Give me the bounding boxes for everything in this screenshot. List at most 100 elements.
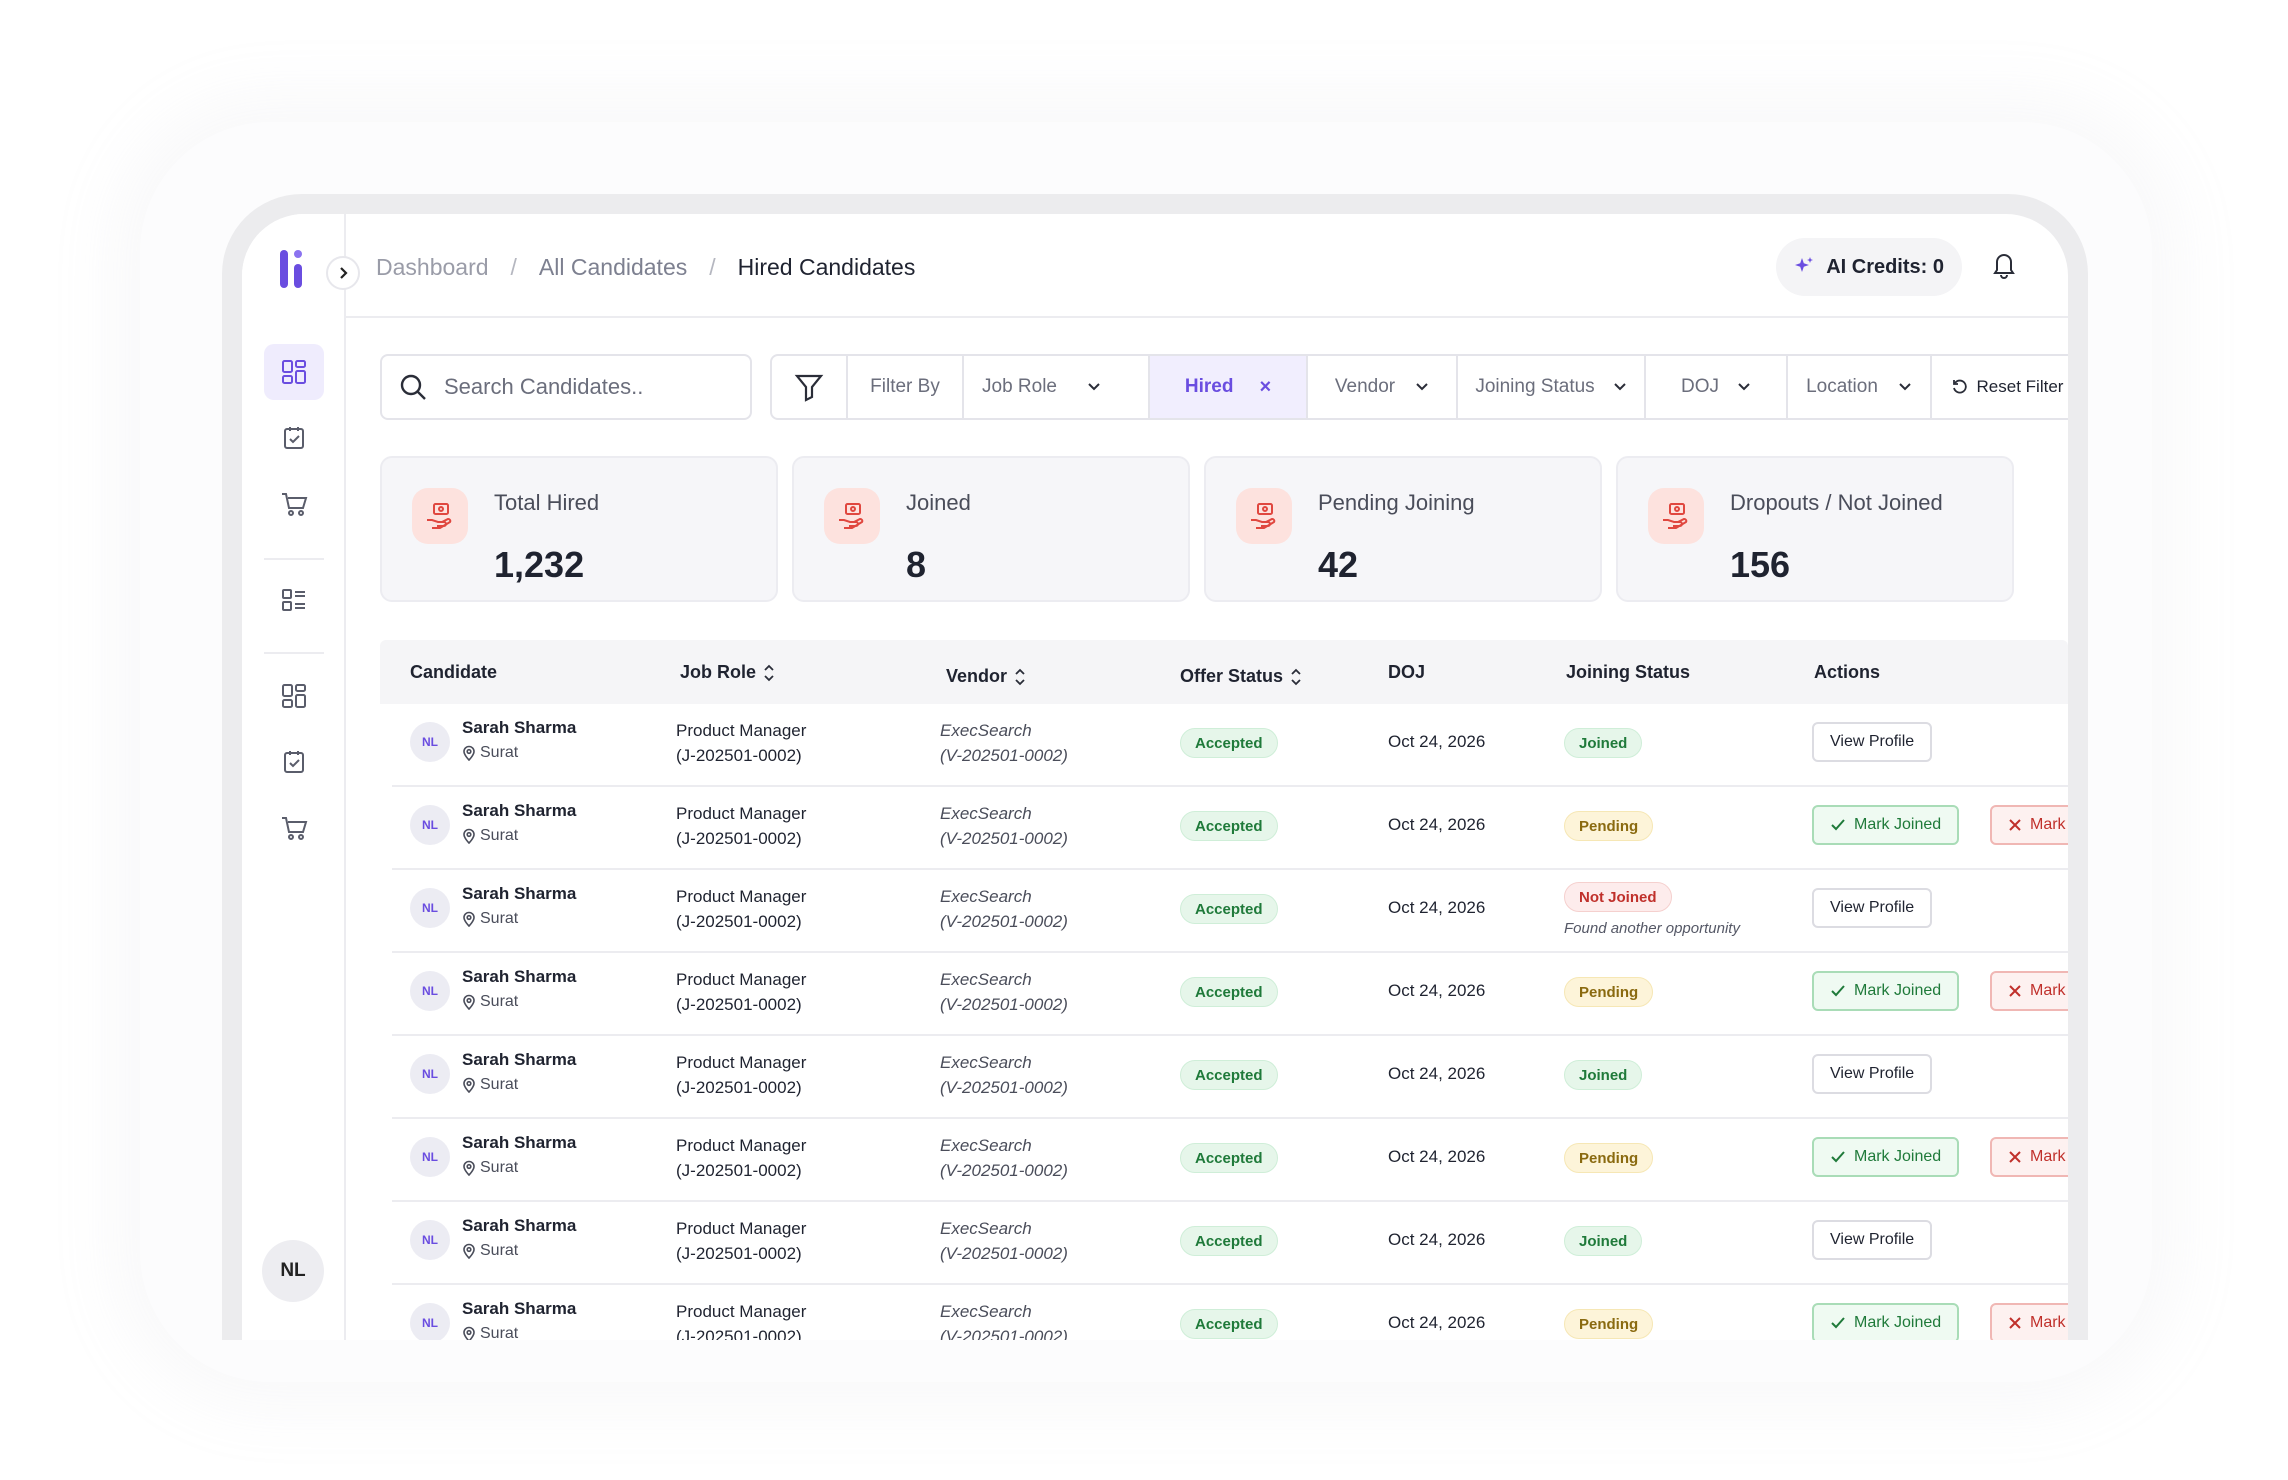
offer-status-badge: Accepted xyxy=(1180,1060,1278,1090)
mark-joined-button[interactable]: Mark Joined xyxy=(1812,1303,1960,1340)
search-field[interactable]: Search Candidates.. xyxy=(380,354,752,420)
doj-value: Oct 24, 2026 xyxy=(1388,732,1486,751)
stat-value: 8 xyxy=(906,544,927,585)
table-row[interactable]: NL Sarah Sharma Surat Product Manager (J… xyxy=(392,787,2068,870)
notification-bell-icon[interactable] xyxy=(1990,250,2018,285)
stat-value: 1,232 xyxy=(494,544,585,585)
candidate-name[interactable]: Sarah Sharma xyxy=(462,718,576,738)
view-profile-button[interactable]: View Profile xyxy=(1812,1220,1933,1260)
sidebar-dashboard-secondary-icon[interactable] xyxy=(264,668,324,724)
candidate-name[interactable]: Sarah Sharma xyxy=(462,1216,576,1236)
stat-card: Dropouts / Not Joined 156 xyxy=(1616,456,2014,602)
mark-not-joined-label: Mark Not Joined xyxy=(2030,982,2068,999)
location-dropdown[interactable]: Location xyxy=(1788,356,1932,418)
candidate-name[interactable]: Sarah Sharma xyxy=(462,801,576,821)
user-avatar[interactable]: NL xyxy=(262,1240,324,1302)
table-row[interactable]: NL Sarah Sharma Surat Product Manager (J… xyxy=(392,704,2068,787)
ai-credits-button[interactable]: AI Credits: 0 xyxy=(1776,238,1962,296)
job-role-cell: Product Manager (J-202501-0002) xyxy=(676,1050,806,1100)
job-role-dropdown[interactable]: Job Role xyxy=(964,356,1150,418)
table-row[interactable]: NL Sarah Sharma Surat Product Manager (J… xyxy=(392,870,2068,953)
stat-label: Joined xyxy=(906,490,971,515)
candidate-name[interactable]: Sarah Sharma xyxy=(462,967,576,987)
joining-status-dropdown[interactable]: Joining Status xyxy=(1458,356,1646,418)
mark-joined-label: Mark Joined xyxy=(1854,1314,1942,1331)
column-header-offer-status[interactable]: Offer Status xyxy=(1180,666,1303,687)
column-header-actions: Actions xyxy=(1814,662,1881,682)
sparkles-icon xyxy=(1795,257,1814,272)
vendor-cell: ExecSearch (V-202501-0002) xyxy=(940,1299,1068,1340)
table-row[interactable]: NL Sarah Sharma Surat Product Manager (J… xyxy=(392,1036,2068,1119)
candidate-location-text: Surat xyxy=(480,1076,519,1093)
sidebar-expand-button[interactable] xyxy=(326,256,360,290)
app-logo[interactable] xyxy=(278,248,308,290)
ai-credits-label: AI Credits: 0 xyxy=(1826,255,1944,278)
column-header-job-role[interactable]: Job Role xyxy=(680,662,776,683)
breadcrumb-all-candidates[interactable]: All Candidates xyxy=(539,254,687,281)
vendor-cell: ExecSearch (V-202501-0002) xyxy=(940,1216,1068,1266)
vendor-cell: ExecSearch (V-202501-0002) xyxy=(940,1050,1068,1100)
job-role-id: (J-202501-0002) xyxy=(676,1327,802,1340)
candidate-avatar: NL xyxy=(410,1054,450,1094)
table-row[interactable]: NL Sarah Sharma Surat Product Manager (J… xyxy=(392,1285,2068,1340)
job-role-title: Product Manager xyxy=(676,1219,807,1238)
view-profile-button[interactable]: View Profile xyxy=(1812,888,1933,928)
mark-joined-button[interactable]: Mark Joined xyxy=(1812,971,1960,1011)
vendor-dropdown[interactable]: Vendor xyxy=(1308,356,1458,418)
sidebar-clipboard-check-secondary-icon[interactable] xyxy=(264,734,324,790)
vendor-cell: ExecSearch (V-202501-0002) xyxy=(940,967,1068,1017)
candidate-name[interactable]: Sarah Sharma xyxy=(462,1133,576,1153)
candidate-name[interactable]: Sarah Sharma xyxy=(462,1299,576,1319)
doj-label: DOJ xyxy=(1681,376,1719,397)
mark-not-joined-button[interactable]: Mark Not Joined xyxy=(1990,1137,2068,1177)
job-role-cell: Product Manager (J-202501-0002) xyxy=(676,1299,806,1340)
sidebar-clipboard-check-icon[interactable] xyxy=(264,410,324,466)
column-header-vendor[interactable]: Vendor xyxy=(946,666,1027,687)
sidebar-cart-icon[interactable] xyxy=(264,476,324,532)
candidate-name[interactable]: Sarah Sharma xyxy=(462,1050,576,1070)
mark-joined-button[interactable]: Mark Joined xyxy=(1812,805,1960,845)
hired-filter-chip[interactable]: Hired × xyxy=(1150,356,1308,418)
table-row[interactable]: NL Sarah Sharma Surat Product Manager (J… xyxy=(392,1202,2068,1285)
candidate-location: Surat xyxy=(462,1159,518,1177)
candidate-name[interactable]: Sarah Sharma xyxy=(462,884,576,904)
doj-dropdown[interactable]: DOJ xyxy=(1646,356,1788,418)
mark-not-joined-button[interactable]: Mark Not Joined xyxy=(1990,1303,2068,1340)
mark-not-joined-button[interactable]: Mark Not Joined xyxy=(1990,971,2068,1011)
view-profile-button[interactable]: View Profile xyxy=(1812,1054,1933,1094)
job-role-id: (J-202501-0002) xyxy=(676,1161,802,1180)
mark-joined-button[interactable]: Mark Joined xyxy=(1812,1137,1960,1177)
offer-status-badge: Accepted xyxy=(1180,728,1278,758)
candidate-location-text: Surat xyxy=(480,993,519,1010)
vendor-id: (V-202501-0002) xyxy=(940,912,1068,931)
sidebar-cart-secondary-icon[interactable] xyxy=(264,800,324,856)
doj-value: Oct 24, 2026 xyxy=(1388,1230,1486,1249)
vendor-id: (V-202501-0002) xyxy=(940,746,1068,765)
page-title: Hired Candidates xyxy=(737,254,916,280)
reset-filter-button[interactable]: Reset Filter xyxy=(1932,356,2068,418)
sidebar-dashboard-icon[interactable] xyxy=(264,344,324,400)
doj-value: Oct 24, 2026 xyxy=(1388,1147,1486,1166)
vendor-name: ExecSearch xyxy=(940,1219,1032,1238)
offer-status-badge: Accepted xyxy=(1180,1309,1278,1339)
sidebar-list-icon[interactable] xyxy=(264,572,324,628)
mark-not-joined-button[interactable]: Mark Not Joined xyxy=(1990,805,2068,845)
table-row[interactable]: NL Sarah Sharma Surat Product Manager (J… xyxy=(392,1119,2068,1202)
close-icon[interactable]: × xyxy=(1259,376,1271,399)
vendor-cell: ExecSearch (V-202501-0002) xyxy=(940,1133,1068,1183)
mark-joined-label: Mark Joined xyxy=(1854,1148,1942,1165)
vendor-id: (V-202501-0002) xyxy=(940,1327,1068,1340)
table-row[interactable]: NL Sarah Sharma Surat Product Manager (J… xyxy=(392,953,2068,1036)
chevron-down-icon xyxy=(1899,383,1911,391)
mark-joined-label: Mark Joined xyxy=(1854,816,1942,833)
job-role-cell: Product Manager (J-202501-0002) xyxy=(676,884,806,934)
location-label: Location xyxy=(1806,376,1878,397)
joining-status-badge: Pending xyxy=(1564,1309,1654,1339)
vendor-cell: ExecSearch (V-202501-0002) xyxy=(940,801,1068,851)
vendor-name: ExecSearch xyxy=(940,1053,1032,1072)
view-profile-button[interactable]: View Profile xyxy=(1812,722,1933,762)
breadcrumb-dashboard[interactable]: Dashboard xyxy=(376,254,489,281)
stat-card: Joined 8 xyxy=(792,456,1190,602)
hired-hand-icon xyxy=(412,488,468,544)
filter-icon[interactable] xyxy=(772,356,848,418)
